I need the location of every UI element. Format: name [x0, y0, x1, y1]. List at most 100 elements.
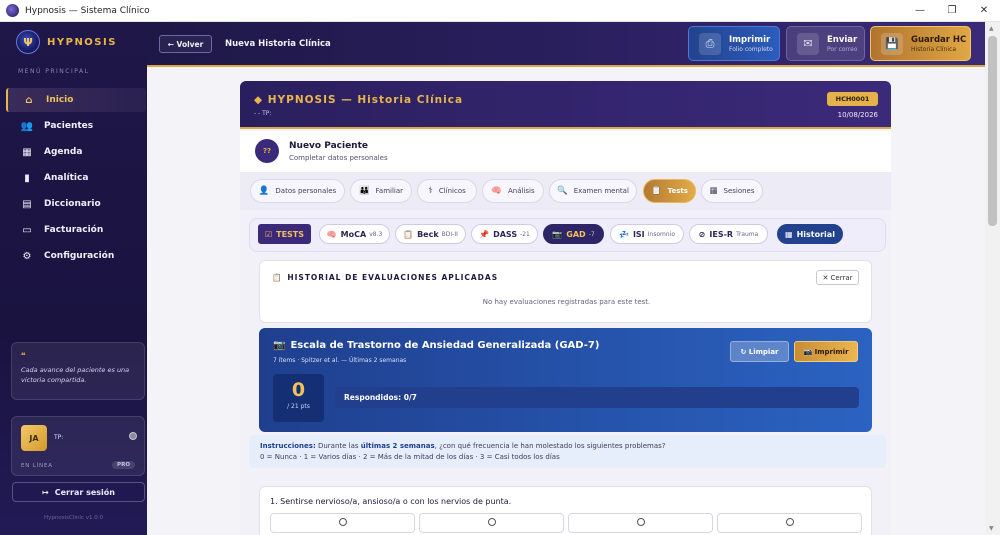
- radio-icon[interactable]: [488, 518, 496, 526]
- sidebar-nav: ⌂ Inicio 👥 Pacientes ▦ Agenda ▮ Analítica ▤ D…: [6, 88, 146, 270]
- sidebar-item-configuracion[interactable]: ⚙ Configuración: [6, 244, 146, 268]
- calendar-icon: ▦: [709, 186, 718, 196]
- close-button[interactable]: ✕: [968, 0, 1000, 22]
- sidebar-item-label: Diccionario: [44, 199, 101, 209]
- save-sublabel: Historia Clínica: [911, 45, 957, 53]
- tab-analisis[interactable]: 🧠 Análisis: [482, 179, 544, 203]
- user-status: EN LÍNEA: [21, 463, 53, 469]
- sidebar-item-label: Agenda: [44, 147, 83, 157]
- score-box: 0 / 21 pts: [273, 374, 324, 422]
- family-icon: 👪: [358, 186, 370, 196]
- test-tab-version: BDI-II: [441, 230, 458, 238]
- test-tab-version: -7: [588, 230, 595, 238]
- answer-option-1[interactable]: [419, 513, 564, 533]
- instructions-text-after: , ¿con qué frecuencia le han molestado l…: [434, 442, 666, 450]
- logout-icon: ↦: [42, 487, 49, 497]
- tab-label: Clínicos: [438, 187, 466, 195]
- clipboard-icon: 📋: [403, 229, 414, 239]
- radio-icon[interactable]: [786, 518, 794, 526]
- radio-icon[interactable]: [339, 518, 347, 526]
- minimize-button[interactable]: —: [904, 0, 936, 22]
- test-tab-label: GAD: [566, 229, 586, 239]
- tab-label: Examen mental: [573, 187, 629, 195]
- test-tab-historial[interactable]: ▦ Historial: [777, 224, 843, 244]
- answer-option-0[interactable]: [270, 513, 415, 533]
- page-scrollbar[interactable]: ▲ ▼: [985, 22, 1000, 535]
- tab-label: Datos personales: [275, 187, 337, 195]
- page-title: Nueva Historia Clínica: [225, 39, 331, 49]
- brand-name: HYPNOSIS: [47, 36, 117, 48]
- tab-examen-mental[interactable]: 🔍 Examen mental: [549, 179, 637, 203]
- user-card[interactable]: JA TP: EN LÍNEA PRO: [11, 416, 145, 476]
- scroll-up-icon[interactable]: ▲: [989, 25, 994, 32]
- record-title: ◆ HYPNOSIS — Historia Clínica: [254, 94, 464, 106]
- sidebar-item-pacientes[interactable]: 👥 Pacientes: [6, 114, 146, 138]
- answer-option-3[interactable]: [717, 513, 862, 533]
- camera-icon: 📷: [273, 340, 286, 351]
- sidebar: Ψ HYPNOSIS MENÚ PRINCIPAL ⌂ Inicio 👥 Pacie…: [0, 22, 147, 535]
- brain-icon: 🧠: [326, 229, 337, 239]
- sidebar-item-agenda[interactable]: ▦ Agenda: [6, 140, 146, 164]
- brand[interactable]: Ψ HYPNOSIS: [16, 30, 117, 54]
- gad7-title-text: Escala de Trastorno de Ansiedad Generali…: [290, 340, 600, 351]
- sidebar-item-label: Analítica: [44, 173, 89, 183]
- tab-tests[interactable]: 📋 Tests: [643, 179, 696, 203]
- record-header: ◆ HYPNOSIS — Historia Clínica - - TP: HC…: [240, 81, 891, 129]
- stethoscope-icon: ⚕: [428, 186, 433, 196]
- back-button[interactable]: ← Volver: [159, 35, 212, 53]
- users-icon: 👥: [20, 120, 34, 132]
- printer-icon: ⎙: [699, 32, 721, 55]
- sidebar-item-facturacion[interactable]: ▭ Facturación: [6, 218, 146, 242]
- patient-avatar: ??: [255, 139, 279, 163]
- scrollbar-thumb[interactable]: [988, 36, 997, 226]
- print-button[interactable]: ⎙ Imprimir Folio completo: [688, 26, 780, 61]
- tab-label: Tests: [667, 187, 688, 195]
- pin-icon: 📌: [479, 229, 490, 239]
- tab-datos-personales[interactable]: 👤 Datos personales: [250, 179, 345, 203]
- print-test-button[interactable]: 📷 Imprimir: [794, 341, 858, 362]
- maximize-button[interactable]: ❐: [936, 0, 968, 22]
- calendar-icon: ▦: [22, 146, 32, 158]
- app-icon: [6, 4, 19, 17]
- test-tab-gad[interactable]: 📷 GAD -7: [543, 224, 604, 244]
- instructions-label: Instrucciones:: [260, 442, 316, 450]
- test-tab-label: Beck: [417, 229, 439, 239]
- send-button[interactable]: ✉ Enviar Por correo: [786, 26, 865, 61]
- test-tab-isi[interactable]: 💤 ISI Insomnio: [610, 224, 684, 244]
- test-tab-dass[interactable]: 📌 DASS -21: [471, 224, 538, 244]
- close-history-button[interactable]: ✕ Cerrar: [816, 270, 859, 285]
- gad7-title: 📷 Escala de Trastorno de Ansiedad General…: [273, 340, 599, 351]
- sidebar-item-diccionario[interactable]: ▤ Diccionario: [6, 192, 146, 216]
- history-empty-message: No hay evaluaciones registradas para est…: [482, 298, 651, 306]
- test-tab-beck[interactable]: 📋 Beck BDI-II: [395, 224, 466, 244]
- tab-familiar[interactable]: 👪 Familiar: [350, 179, 412, 203]
- tab-label: Familiar: [375, 187, 404, 195]
- sidebar-item-inicio[interactable]: ⌂ Inicio: [6, 88, 146, 112]
- test-tab-tests[interactable]: ☑ TESTS: [258, 224, 311, 244]
- save-icon: 💾: [881, 32, 903, 55]
- answer-option-2[interactable]: [568, 513, 713, 533]
- tab-sesiones[interactable]: ▦ Sesiones: [701, 179, 763, 203]
- test-tab-label: DASS: [493, 229, 518, 239]
- test-tab-iesr[interactable]: ⊘ IES-R Trauma: [689, 224, 768, 244]
- app-version: HypnosisClinic v1.0.0: [44, 515, 103, 521]
- test-tab-moca[interactable]: 🧠 MoCA v8.3: [319, 224, 390, 244]
- invoice-icon: ▭: [22, 224, 32, 236]
- tab-clinicos[interactable]: ⚕ Clínicos: [417, 179, 477, 203]
- clear-button[interactable]: ↻ Limpiar: [730, 341, 789, 362]
- score-value: 0: [291, 379, 306, 401]
- tab-label: Análisis: [507, 187, 535, 195]
- sidebar-item-analitica[interactable]: ▮ Analítica: [6, 166, 146, 190]
- logout-label: Cerrar sesión: [54, 487, 115, 497]
- scroll-down-icon[interactable]: ▼: [989, 525, 994, 532]
- user-icon: 👤: [258, 186, 270, 196]
- history-panel: 📋 HISTORIAL DE EVALUACIONES APLICADAS ✕ C…: [259, 260, 872, 323]
- history-icon: ▦: [785, 229, 793, 239]
- book-icon: ▤: [22, 198, 32, 210]
- answered-count: Respondidos: 0/7: [344, 393, 417, 402]
- save-button[interactable]: 💾 Guardar HC Historia Clínica: [870, 26, 971, 61]
- logout-button[interactable]: ↦ Cerrar sesión: [12, 482, 145, 502]
- gad7-subtitle: 7 ítems · Spitzer et al. — Últimas 2 sem…: [273, 357, 407, 364]
- test-tab-label: IES-R: [709, 229, 734, 239]
- radio-icon[interactable]: [637, 518, 645, 526]
